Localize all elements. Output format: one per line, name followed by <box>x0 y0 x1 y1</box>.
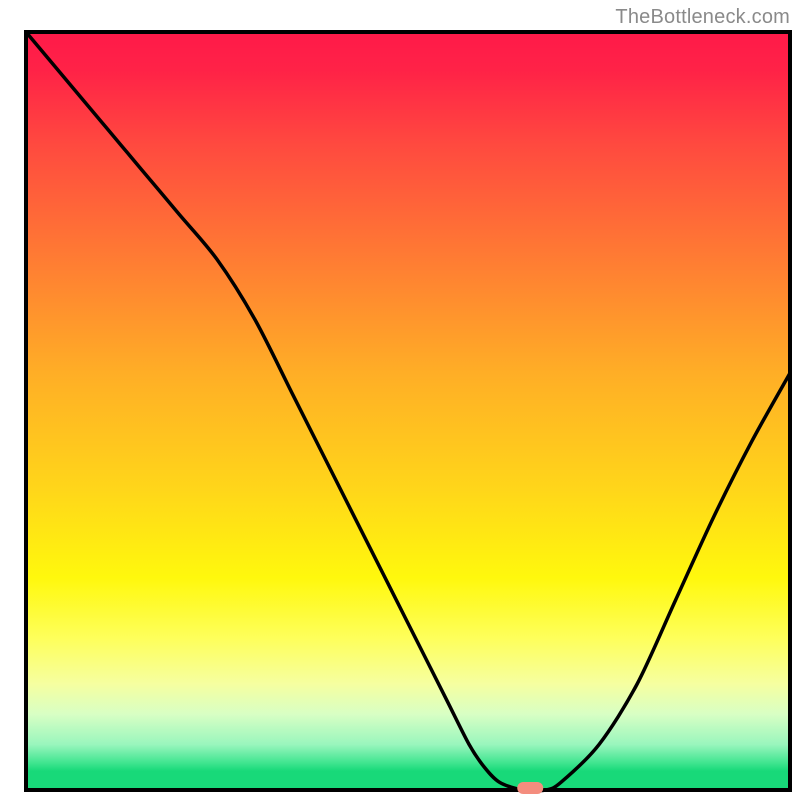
watermark-text: TheBottleneck.com <box>615 6 790 29</box>
plot-background <box>26 32 790 790</box>
optimum-marker <box>517 782 543 794</box>
chart-canvas <box>0 0 800 800</box>
bottleneck-chart: TheBottleneck.com <box>0 0 800 800</box>
